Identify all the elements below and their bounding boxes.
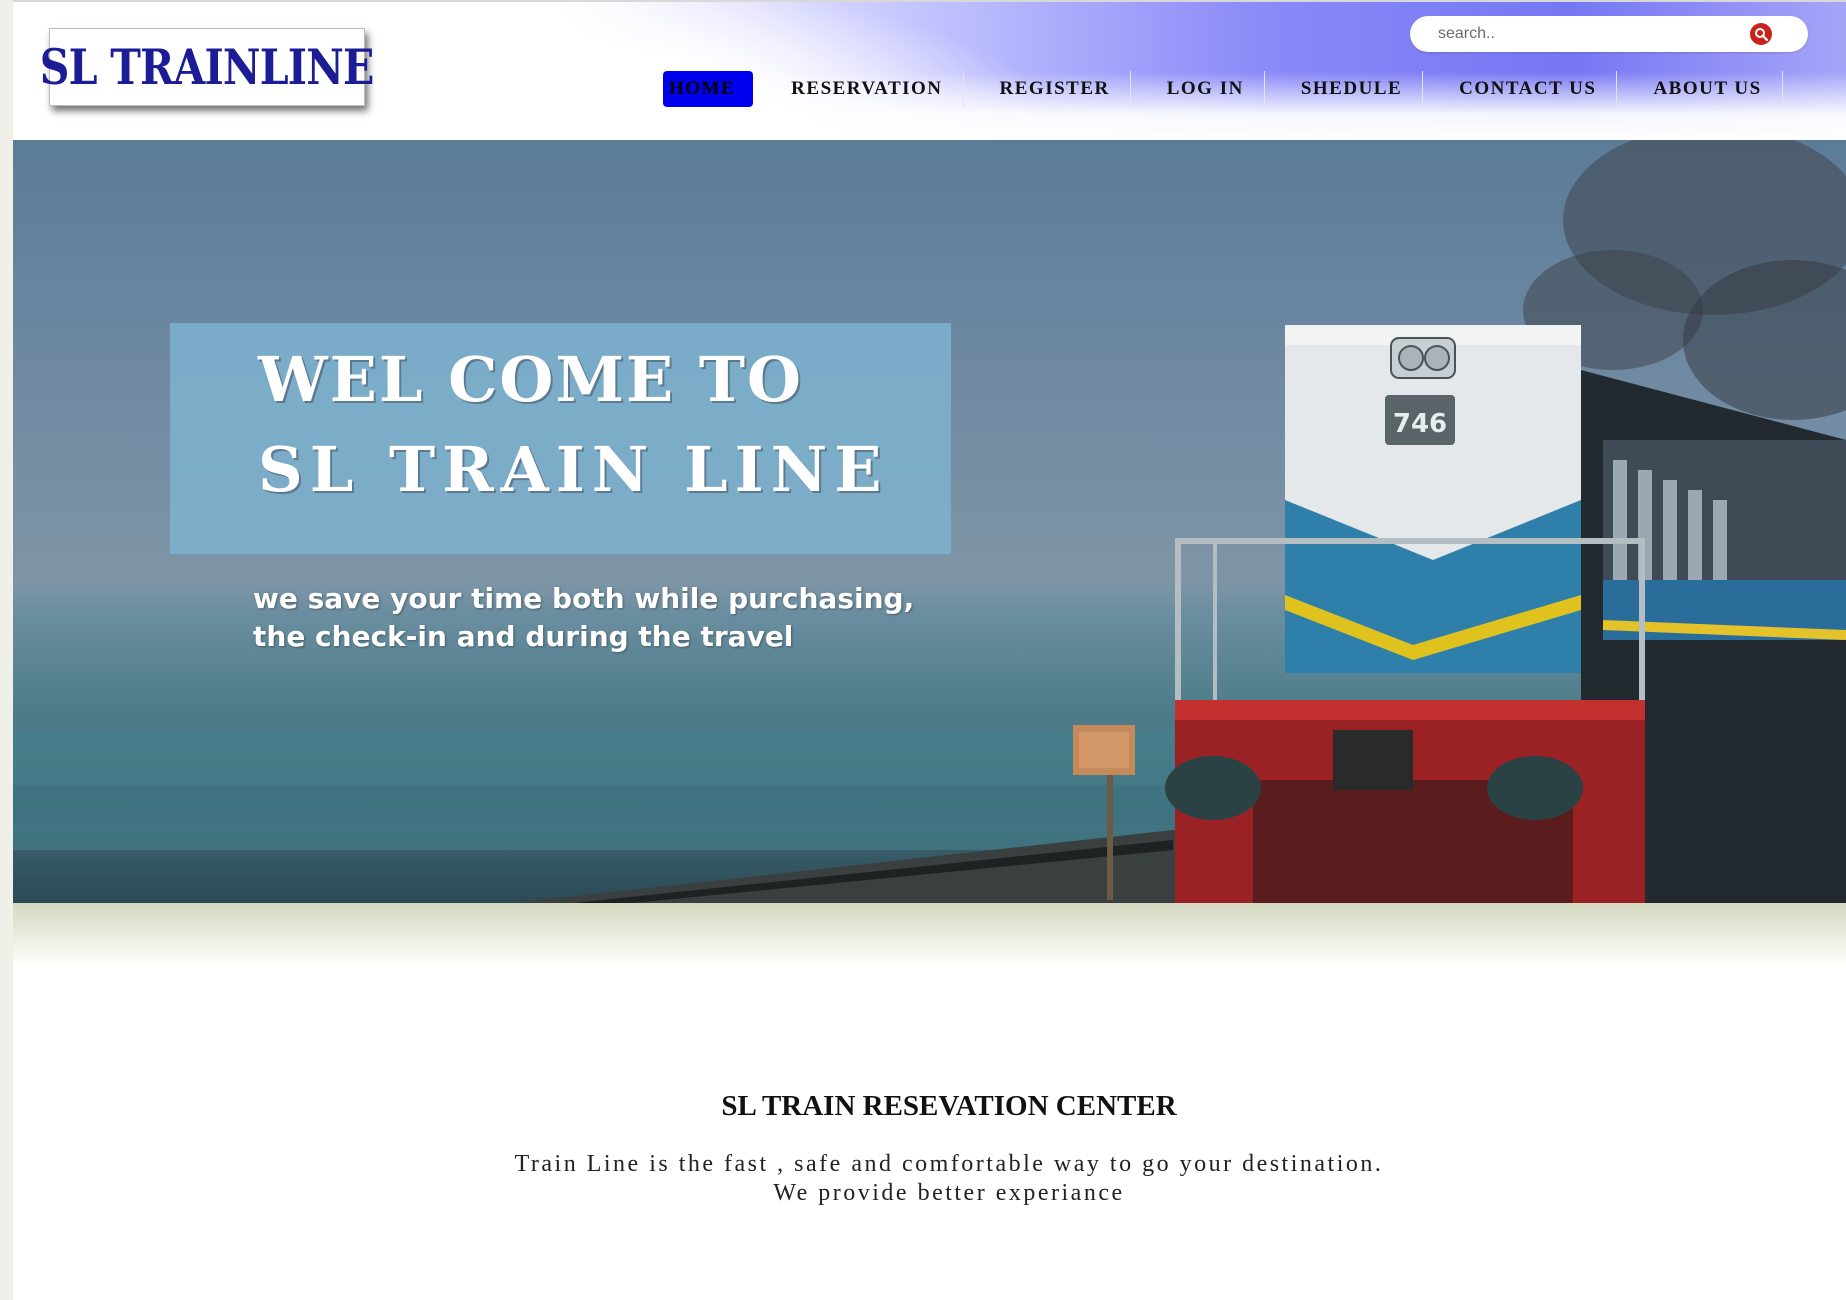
main-nav: HOME RESERVATION REGISTER LOG IN SHEDULE… — [663, 69, 1783, 109]
logo-text: SL TRAINLINE — [40, 38, 375, 96]
nav-divider — [1616, 71, 1618, 107]
hero-tagline: we save your time both while purchasing,… — [253, 580, 953, 656]
search-button[interactable] — [1750, 23, 1772, 45]
search-icon — [1755, 28, 1768, 41]
tagline-line2: the check-in and during the travel — [253, 620, 794, 653]
welcome-title-line2: SL TRAIN LINE — [258, 433, 889, 506]
nav-divider — [1781, 71, 1783, 107]
nav-divider — [1263, 71, 1265, 107]
site-logo[interactable]: SL TRAINLINE — [40, 28, 375, 106]
hero-banner: 746 WEL COME TO SL TRAIN LINE we save yo… — [13, 140, 1846, 903]
search-box — [1410, 16, 1808, 52]
section-heading: SL TRAIN RESEVATION CENTER — [721, 1090, 1177, 1122]
nav-about-us[interactable]: ABOUT US — [1653, 71, 1761, 107]
section-description: Train Line is the fast , safe and comfor… — [13, 1150, 1846, 1208]
site-header: SL TRAINLINE HOME RESERVATION REGISTER L… — [13, 0, 1846, 140]
nav-home[interactable]: HOME — [663, 71, 754, 107]
welcome-banner: WEL COME TO SL TRAIN LINE — [170, 323, 951, 554]
nav-divider — [1422, 71, 1424, 107]
nav-shedule[interactable]: SHEDULE — [1301, 71, 1402, 107]
nav-register[interactable]: REGISTER — [1000, 71, 1110, 107]
nav-divider — [1129, 71, 1131, 107]
nav-divider — [962, 71, 964, 107]
nav-log-in[interactable]: LOG IN — [1167, 71, 1244, 107]
nav-contact-us[interactable]: CONTACT US — [1459, 71, 1596, 107]
welcome-title-line1: WEL COME TO — [258, 343, 804, 416]
description-line1: Train Line is the fast , safe and comfor… — [514, 1151, 1384, 1177]
description-line2: We provide better experiance — [773, 1180, 1125, 1206]
tagline-line1: we save your time both while purchasing, — [253, 582, 915, 615]
nav-reservation[interactable]: RESERVATION — [791, 71, 942, 107]
page: SL TRAINLINE HOME RESERVATION REGISTER L… — [13, 0, 1846, 1300]
hero-shadow — [13, 903, 1846, 967]
locomotive-number: 746 — [1393, 409, 1447, 439]
search-input[interactable] — [1438, 24, 1738, 44]
